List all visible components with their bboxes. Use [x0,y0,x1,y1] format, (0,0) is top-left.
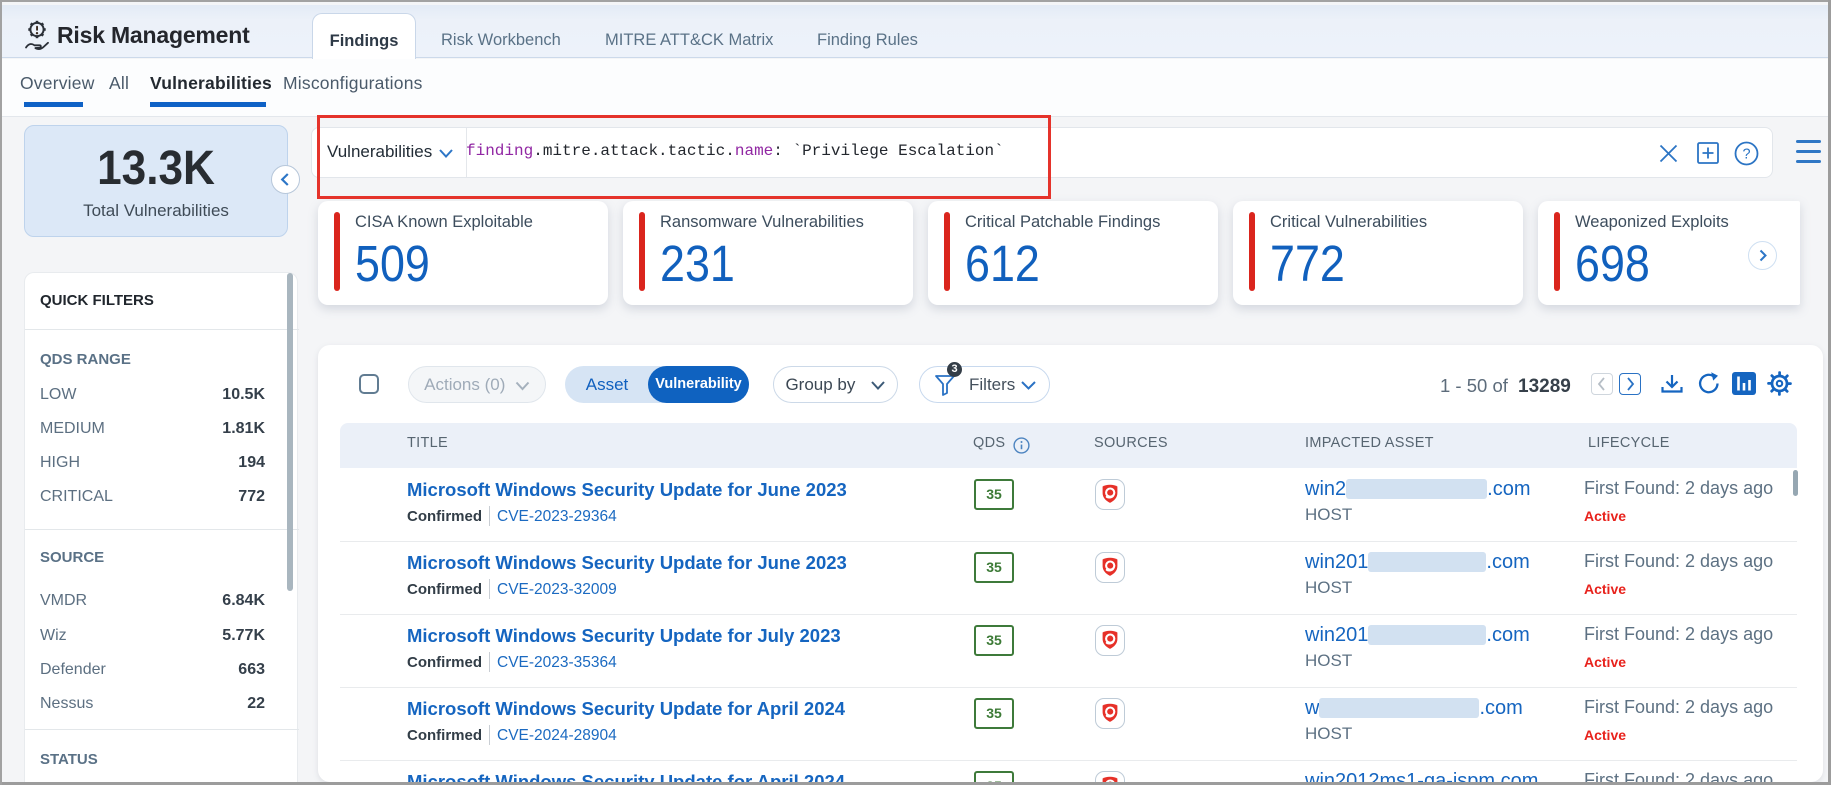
svg-text:?: ? [1742,147,1750,163]
